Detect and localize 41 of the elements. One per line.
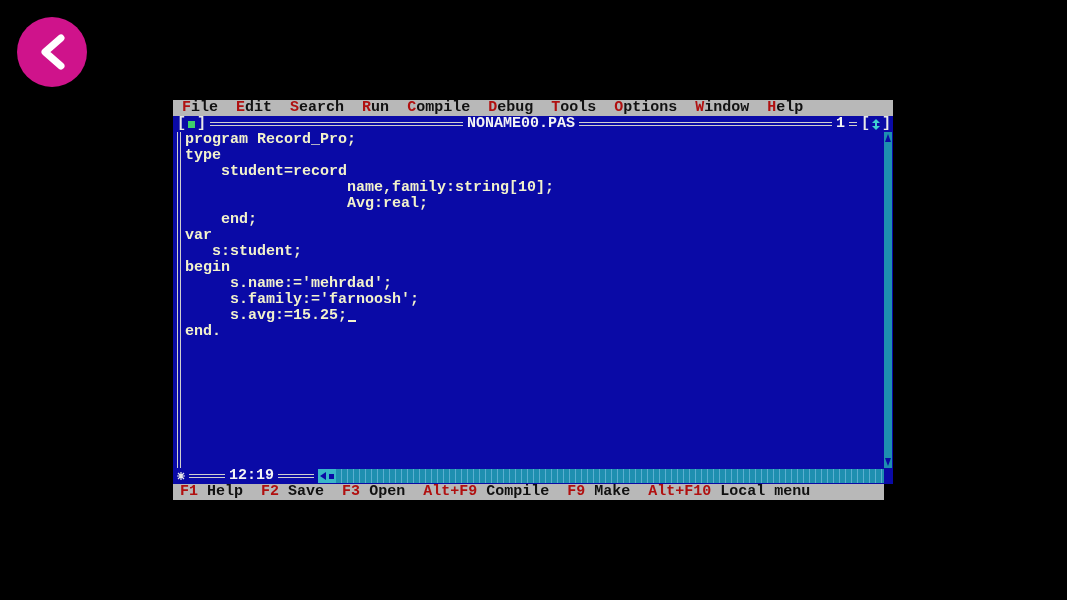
code-line: end;: [220, 212, 257, 228]
vertical-scrollbar[interactable]: [884, 132, 892, 468]
code-line: s.family:='farnoosh';: [229, 292, 420, 308]
up-down-arrow-icon: [872, 118, 880, 130]
menu-item[interactable]: File: [182, 100, 219, 116]
scroll-thumb-icon: [329, 473, 335, 479]
menu-item[interactable]: Help: [767, 100, 804, 116]
code-line: type: [185, 148, 221, 164]
shortcut-hint[interactable]: Alt+F9 Compile: [423, 484, 550, 500]
code-line: name,family:string[10];: [346, 180, 555, 196]
shortcut-hint[interactable]: F1 Help: [180, 484, 244, 500]
close-button[interactable]: [ ]: [177, 116, 207, 132]
menu-item[interactable]: Tools: [551, 100, 597, 116]
cursor-position: 12:19: [229, 468, 274, 484]
sparkle-icon: [177, 472, 185, 480]
window-title: NONAME00.PAS: [467, 116, 575, 132]
code-line: var: [185, 228, 212, 244]
menu-item[interactable]: Edit: [236, 100, 273, 116]
code-line: student=record: [220, 164, 348, 180]
code-line: Avg:real;: [346, 196, 429, 212]
zoom-button[interactable]: [ ]: [861, 116, 891, 132]
shortcut-hint[interactable]: F3 Open: [342, 484, 406, 500]
code-line: begin: [185, 260, 230, 276]
shortcut-hint[interactable]: F2 Save: [261, 484, 325, 500]
code-line: s.name:='mehrdad';: [229, 276, 393, 292]
menu-item[interactable]: Window: [695, 100, 750, 116]
code-line: s.avg:=15.25;: [185, 308, 357, 324]
code-line: s:student;: [211, 244, 303, 260]
square-icon: [188, 120, 195, 128]
menu-item[interactable]: Search: [290, 100, 345, 116]
menu-item[interactable]: Run: [362, 100, 390, 116]
menu-item[interactable]: Options: [614, 100, 678, 116]
code-line: end.: [185, 324, 221, 340]
menu-item[interactable]: Compile: [407, 100, 471, 116]
window-number: 1: [835, 116, 845, 132]
shortcut-hint[interactable]: F9 Make: [567, 484, 631, 500]
shortcut-hint[interactable]: Alt+F10 Local menu: [648, 484, 811, 500]
left-arrow-icon: [319, 472, 326, 480]
menu-item[interactable]: Debug: [488, 100, 534, 116]
horizontal-scrollbar[interactable]: [318, 469, 884, 483]
code-line: program Record_Pro;: [185, 132, 357, 148]
